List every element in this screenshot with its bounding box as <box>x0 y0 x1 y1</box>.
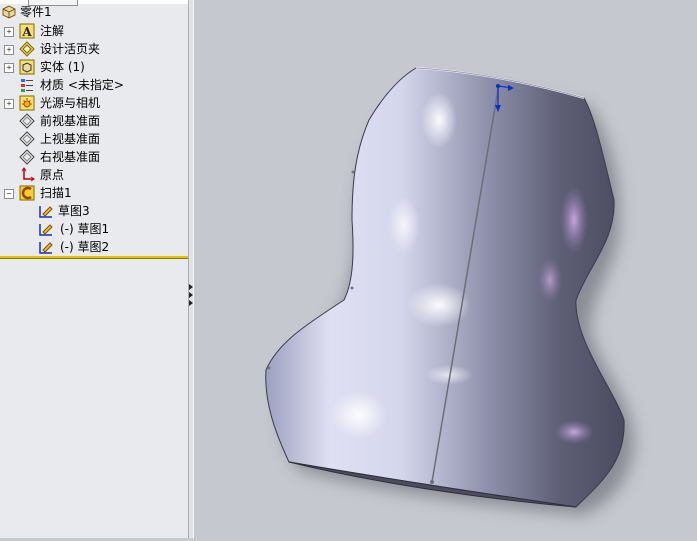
highlight <box>421 92 457 148</box>
tree-item-label: 注解 <box>40 24 65 38</box>
collapse-icon[interactable]: − <box>4 189 14 199</box>
expand-icon[interactable]: + <box>4 27 14 37</box>
expand-icon[interactable]: + <box>4 99 14 109</box>
tree-item-label: 材质 <未指定> <box>40 78 124 92</box>
splitter-grip-icon[interactable] <box>189 284 193 306</box>
tree-item-label: 扫描1 <box>40 186 72 200</box>
tree-root[interactable]: 零件1 <box>0 3 188 21</box>
highlight <box>538 258 562 302</box>
highlight <box>554 420 594 444</box>
highlight <box>560 186 588 254</box>
tree-root-label: 零件1 <box>20 5 52 19</box>
profile-point <box>350 286 354 290</box>
tree-item-label: 实体 (1) <box>40 60 85 74</box>
tree-item-material[interactable]: 材质 <未指定> <box>0 76 188 94</box>
plane-icon <box>19 131 35 147</box>
feature-manager-tree: 零件1 + A 注解 + 设计活页夹 + 实体 (1) 材质 <未指定> + 光… <box>0 0 188 538</box>
tree-item-annotations[interactable]: + A 注解 <box>0 22 188 40</box>
sweep-icon <box>19 185 35 201</box>
tree-item-sweep[interactable]: − 扫描1 <box>0 184 188 202</box>
tree-item-label: 上视基准面 <box>40 132 101 146</box>
plane-icon <box>19 149 35 165</box>
highlight <box>388 197 420 253</box>
tree-item-label: (-) 草图2 <box>60 240 110 254</box>
sketch-icon <box>39 206 53 218</box>
tree-item-label: 草图3 <box>58 204 90 218</box>
lights-cameras-icon <box>19 95 35 111</box>
tree-item-label: 光源与相机 <box>40 96 101 110</box>
tree-item-front-plane[interactable]: 前视基准面 <box>0 112 188 130</box>
tree-item-lights-cameras[interactable]: + 光源与相机 <box>0 94 188 112</box>
tree-item-right-plane[interactable]: 右视基准面 <box>0 148 188 166</box>
tree-item-label: 右视基准面 <box>40 150 101 164</box>
rollback-bar-shadow <box>0 258 188 259</box>
tree-item-solid-bodies[interactable]: + 实体 (1) <box>0 58 188 76</box>
graphics-viewport[interactable] <box>194 0 697 538</box>
highlight <box>331 391 387 439</box>
profile-point <box>351 170 355 174</box>
sketch-icon <box>39 242 53 254</box>
profile-point <box>267 366 271 370</box>
tree-item-label: 前视基准面 <box>40 114 101 128</box>
tree-item-sketch3[interactable]: 草图3 <box>0 202 188 220</box>
tree-item-top-plane[interactable]: 上视基准面 <box>0 130 188 148</box>
solid-bodies-icon <box>19 59 35 75</box>
origin-icon <box>21 167 35 182</box>
model-canvas[interactable] <box>194 0 697 538</box>
sketch-icon <box>39 224 53 236</box>
tree-item-sketch1[interactable]: (-) 草图1 <box>0 220 188 238</box>
expand-icon[interactable]: + <box>4 45 14 55</box>
annotations-icon: A <box>19 23 35 39</box>
design-binder-icon <box>19 41 35 57</box>
svg-text:A: A <box>21 25 32 39</box>
part-icon <box>2 5 16 19</box>
tree-item-label: 设计活页夹 <box>40 42 101 56</box>
tree-item-label: 原点 <box>40 168 65 182</box>
expand-icon[interactable]: + <box>4 63 14 73</box>
path-end-point[interactable] <box>430 480 434 484</box>
tree-item-origin[interactable]: 原点 <box>0 166 188 184</box>
tree-item-design-binder[interactable]: + 设计活页夹 <box>0 40 188 58</box>
material-icon <box>21 79 33 92</box>
plane-icon <box>19 113 35 129</box>
tree-item-label: (-) 草图1 <box>60 222 110 236</box>
tree-item-sketch2[interactable]: (-) 草图2 <box>0 238 188 256</box>
